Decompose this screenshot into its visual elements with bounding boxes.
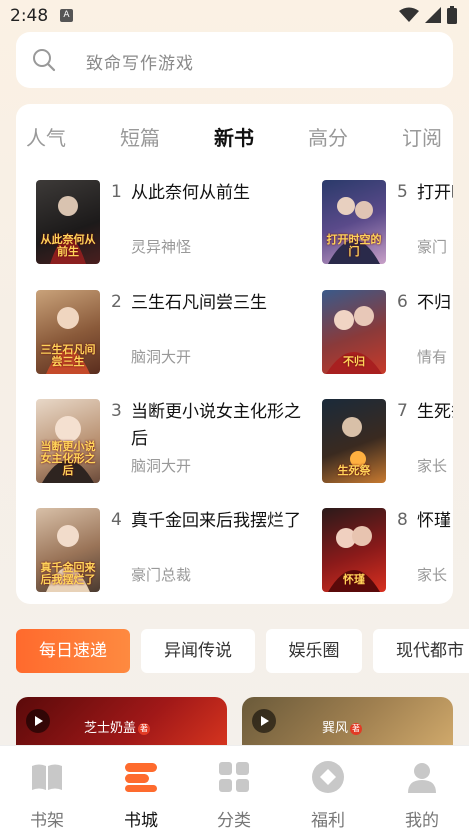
book-title: 怀瑾 [417,511,451,531]
nav-welfare[interactable]: 福利 [298,760,358,831]
store-icon [125,763,157,792]
nav-label: 书架 [30,811,64,831]
cover-title: 当断更小说女主化形之后 [40,440,96,477]
category-chips: 每日速递 异闻传说 娱乐圈 现代都市 [16,629,469,673]
book-tag: 灵异神怪 [131,238,192,256]
book-cover: 怀瑾 [322,508,386,592]
chip-legends[interactable]: 异闻传说 [141,629,255,673]
book-item[interactable]: 从此奈何从前生 1 从此奈何从前生 灵异神怪 [36,180,316,270]
search-input[interactable]: 致命写作游戏 [86,49,194,74]
status-bar: 2:48 A [0,0,469,32]
bottom-nav: 书架 书城 分类 福利 我的 [0,745,469,833]
tab-short[interactable]: 短篇 [120,122,160,151]
cover-title: 怀瑾 [343,573,365,586]
book-item[interactable]: 真千金回来后我摆烂了 4 真千金回来后我摆烂了 豪门总裁 [36,508,316,598]
chip-entertainment[interactable]: 娱乐圈 [266,629,362,673]
tab-new-books[interactable]: 新书 [214,122,254,151]
gift-diamond-icon [312,761,344,793]
book-title: 不归 [417,293,451,313]
book-tag: 情有 [417,348,448,366]
book-cover: 当断更小说女主化形之后 [36,399,100,483]
nav-label: 书城 [124,811,158,831]
author-badge: 著 [350,722,363,735]
chip-daily[interactable]: 每日速递 [16,629,130,673]
tab-high-score[interactable]: 高分 [308,122,348,151]
banner-author: 芝士奶盖著 [84,721,151,736]
book-icon [32,764,62,790]
book-item[interactable]: 怀瑾 8 怀瑾 家长 [322,508,453,598]
battery-icon [447,6,457,24]
search-box[interactable]: 致命写作游戏 [16,32,453,88]
rank-number: 1 [111,182,122,202]
book-cover: 不归 [322,290,386,374]
rank-number: 4 [111,510,122,530]
book-tag: 脑洞大开 [131,457,192,475]
nav-label: 分类 [217,811,251,831]
book-tag: 家长 [417,566,448,584]
chip-urban[interactable]: 现代都市 [373,629,469,673]
play-icon[interactable] [252,709,276,733]
cover-title: 生死祭 [337,464,371,477]
book-item[interactable]: 当断更小说女主化形之后 3 当断更小说女主化形之后 脑洞大开 [36,399,316,489]
book-title: 真千金回来后我摆烂了 [131,511,301,531]
ranking-card: 人气 短篇 新书 高分 订阅 从此奈何从前生 1 从此奈何从前生 灵异神怪 三生… [16,104,453,604]
nav-bookstore[interactable]: 书城 [111,760,171,831]
rank-number: 2 [111,292,122,312]
book-tag: 豪门 [417,238,448,256]
status-time: 2:48 [10,6,49,26]
rank-number: 5 [397,182,408,202]
cover-title: 不归 [343,355,365,368]
nav-profile[interactable]: 我的 [392,760,452,831]
book-title: 打开时空的门 [417,183,453,203]
book-item[interactable]: 三生石凡间尝三生 2 三生石凡间尝三生 脑洞大开 [36,290,316,380]
grid-icon [219,762,249,792]
signal-icon [425,7,441,23]
book-cover: 真千金回来后我摆烂了 [36,508,100,592]
wifi-icon [399,7,419,22]
book-title: 当断更小说女主化形之后 [131,402,301,449]
book-cover: 打开时空的门 [322,180,386,264]
nav-bookshelf[interactable]: 书架 [17,760,77,831]
tab-subscribe[interactable]: 订阅 [402,122,442,151]
rank-number: 8 [397,510,408,530]
notification-icon: A [60,9,73,22]
status-icons [399,6,457,24]
rank-number: 7 [397,401,408,421]
book-tag: 豪门总裁 [131,566,192,584]
play-icon[interactable] [26,709,50,733]
banner-author: 巽风著 [322,721,363,736]
author-badge: 著 [138,722,151,735]
book-tag: 家长 [417,457,448,475]
book-cover: 生死祭 [322,399,386,483]
book-cover: 从此奈何从前生 [36,180,100,264]
book-item[interactable]: 生死祭 7 生死祭 家长 [322,399,453,489]
book-title: 从此奈何从前生 [131,183,250,203]
cover-title: 真千金回来后我摆烂了 [40,561,96,586]
cover-title: 从此奈何从前生 [40,233,96,258]
tab-popular[interactable]: 人气 [26,122,66,151]
nav-label: 福利 [311,811,345,831]
cover-title: 打开时空的门 [326,233,382,258]
book-title: 生死祭 [417,402,453,422]
book-title: 三生石凡间尝三生 [131,293,267,313]
rank-number: 6 [397,292,408,312]
rank-number: 3 [111,401,122,421]
user-icon [408,763,436,793]
cover-title: 三生石凡间尝三生 [40,343,96,368]
nav-categories[interactable]: 分类 [204,760,264,831]
book-item[interactable]: 不归 6 不归 情有 [322,290,453,380]
book-item[interactable]: 打开时空的门 5 打开时空的门 豪门 [322,180,453,270]
nav-label: 我的 [405,811,439,831]
book-tag: 脑洞大开 [131,348,192,366]
ranking-tabs: 人气 短篇 新书 高分 订阅 [16,104,453,166]
book-cover: 三生石凡间尝三生 [36,290,100,374]
search-icon [33,49,56,72]
